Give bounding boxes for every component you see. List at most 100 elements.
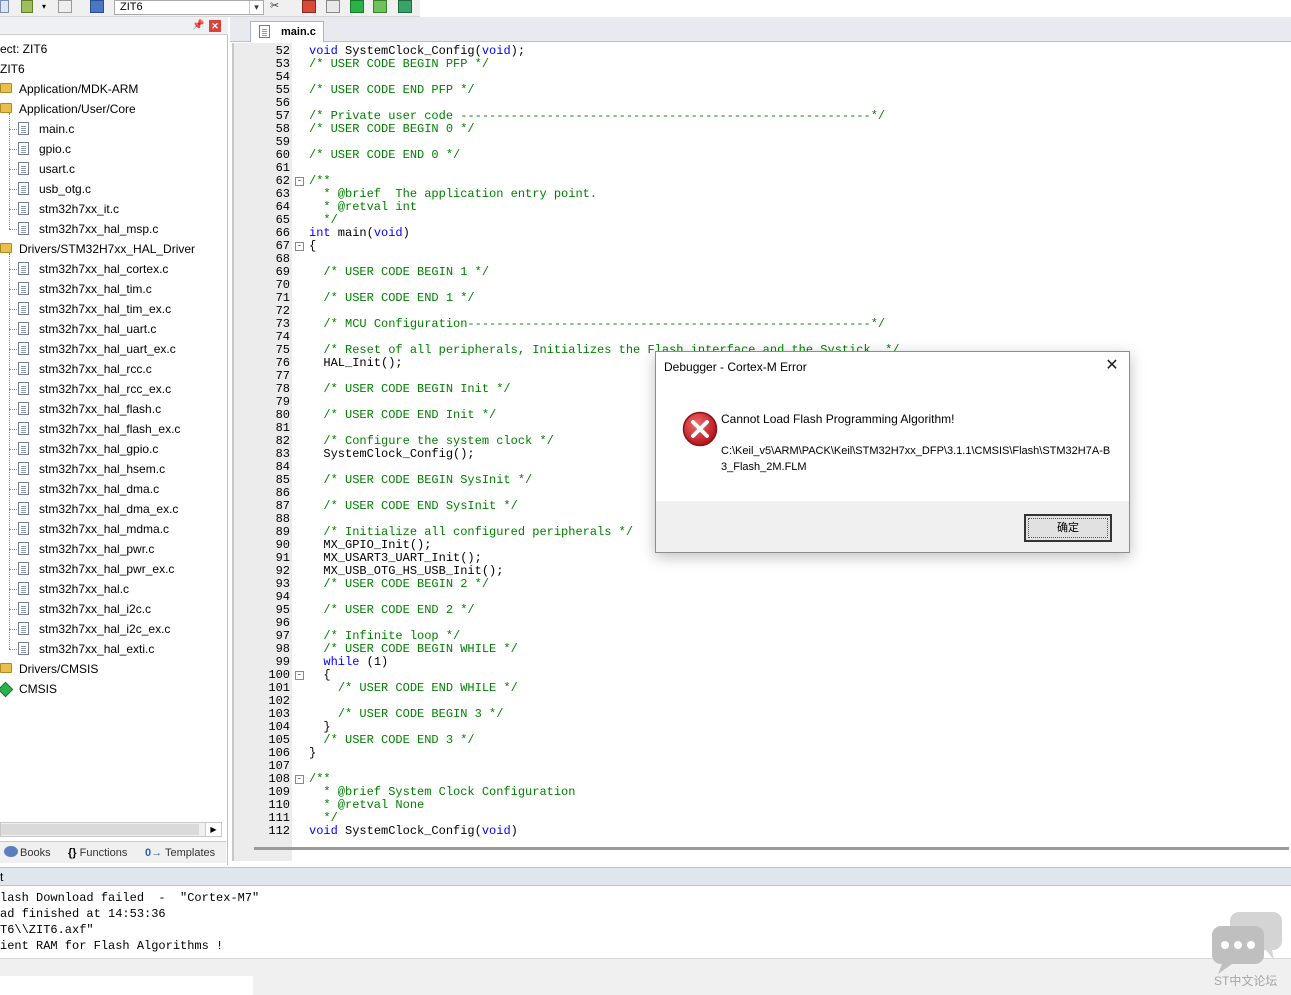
tree-connector: [9, 309, 17, 310]
code-text: /* USER CODE END 0 */: [309, 148, 461, 162]
build-output-header: t: [0, 867, 1291, 886]
tree-item-label: stm32h7xx_hal_gpio.c: [39, 442, 159, 456]
pack-installer-icon[interactable]: [302, 0, 316, 13]
code-line[interactable]: 67-{: [234, 240, 1284, 253]
tree-connector: [9, 389, 17, 390]
code-line[interactable]: 61: [234, 162, 1284, 175]
tab-templates[interactable]: 0→ Templates: [145, 846, 215, 860]
tree-connector: [9, 269, 17, 270]
code-line[interactable]: 73 /* MCU Configuration-----------------…: [234, 318, 1284, 331]
file-icon: [18, 442, 29, 455]
books-icon: [4, 846, 18, 857]
pack-select-icon[interactable]: [373, 0, 387, 13]
tree-item-label: stm32h7xx_hal_flash.c: [39, 402, 162, 416]
tree-connector: [9, 189, 17, 190]
file-icon: [18, 422, 29, 435]
tree-connector: [9, 329, 17, 330]
green-diamond-icon[interactable]: [350, 0, 364, 13]
project-root[interactable]: ect: ZIT6: [0, 39, 47, 59]
dropdown-arrow-icon[interactable]: ▾: [42, 0, 56, 13]
tab-main-c[interactable]: main.c: [250, 21, 324, 42]
rte-icon[interactable]: [398, 0, 412, 13]
scroll-right-arrow-icon[interactable]: ▶: [205, 823, 221, 836]
wand-icon[interactable]: ✂: [270, 0, 284, 13]
code-line[interactable]: 60/* USER CODE END 0 */: [234, 149, 1284, 162]
code-line[interactable]: 95 /* USER CODE END 2 */: [234, 604, 1284, 617]
close-icon[interactable]: ✕: [209, 20, 221, 32]
file-icon: [18, 182, 29, 195]
tree-item-label: stm32h7xx_hal_i2c_ex.c: [39, 622, 171, 636]
tree-item-label: stm32h7xx_hal_tim.c: [39, 282, 152, 296]
tree-item-label: stm32h7xx_hal_pwr_ex.c: [39, 562, 175, 576]
tree-connector: [9, 253, 10, 649]
ok-button[interactable]: 确定: [1024, 514, 1112, 542]
code-line[interactable]: 101 /* USER CODE END WHILE */: [234, 682, 1284, 695]
download-icon[interactable]: [90, 0, 104, 13]
file-icon: [18, 202, 29, 215]
code-line[interactable]: 71 /* USER CODE END 1 */: [234, 292, 1284, 305]
dialog-heading: Cannot Load Flash Programming Algorithm!: [721, 412, 955, 426]
code-line[interactable]: 64 * @retval int: [234, 201, 1284, 214]
tree-connector: [9, 429, 17, 430]
batch-icon[interactable]: [58, 0, 72, 13]
code-line[interactable]: 112 void SystemClock_Config(void): [234, 825, 1284, 838]
dialog-close-button[interactable]: ✕: [1102, 357, 1122, 375]
editor-tab-strip: main.c: [230, 17, 1291, 42]
code-line[interactable]: 110 * @retval None: [234, 799, 1284, 812]
code-text: int main(void): [309, 226, 410, 240]
code-line[interactable]: 106}: [234, 747, 1284, 760]
code-text: }: [309, 746, 317, 760]
tree-connector: [9, 569, 17, 570]
code-text: /* USER CODE BEGIN Init */: [323, 382, 511, 396]
chevron-down-icon[interactable]: ▾: [249, 1, 263, 14]
folder-icon: [0, 83, 12, 93]
code-line[interactable]: 58/* USER CODE BEGIN 0 */: [234, 123, 1284, 136]
code-text: /* USER CODE END Init */: [323, 408, 497, 422]
file-icon: [18, 542, 29, 555]
target-root[interactable]: ZIT6: [0, 59, 25, 79]
scrollbar-thumb[interactable]: [1, 824, 199, 835]
tree-item-label: Application/User/Core: [19, 102, 136, 116]
fold-toggle-icon[interactable]: -: [295, 775, 304, 784]
code-text: /* USER CODE END 3 */: [323, 733, 475, 747]
code-line[interactable]: 107: [234, 760, 1284, 773]
code-line[interactable]: 103 /* USER CODE BEGIN 3 */: [234, 708, 1284, 721]
target-select[interactable]: ZIT6 ▾: [114, 0, 264, 15]
code-text: /* USER CODE END 1 */: [323, 291, 475, 305]
window-icon[interactable]: [0, 0, 9, 13]
fold-toggle-icon[interactable]: -: [295, 671, 304, 680]
editor-horizontal-scrollbar[interactable]: [254, 847, 1289, 850]
target-select-value: ZIT6: [120, 1, 143, 13]
options-stack-icon[interactable]: [21, 0, 33, 13]
pin-icon[interactable]: 📌: [192, 20, 204, 31]
project-panel-header: 📌 ✕: [0, 17, 228, 35]
fold-toggle-icon[interactable]: -: [295, 177, 304, 186]
file-icon: [18, 602, 29, 615]
code-line[interactable]: 66 int main(void): [234, 227, 1284, 240]
code-line[interactable]: 69 /* USER CODE BEGIN 1 */: [234, 266, 1284, 279]
error-dialog: Debugger - Cortex-M Error ✕ Cannot Load …: [655, 351, 1130, 553]
tree-connector: [9, 369, 17, 370]
file-icon: [18, 342, 29, 355]
code-line[interactable]: 105 /* USER CODE END 3 */: [234, 734, 1284, 747]
code-text: /* USER CODE BEGIN SysInit */: [323, 473, 533, 487]
file-icon: [18, 502, 29, 515]
tab-functions[interactable]: {} Functions: [68, 846, 127, 860]
fold-toggle-icon[interactable]: -: [295, 242, 304, 251]
code-line[interactable]: 55/* USER CODE END PFP */: [234, 84, 1284, 97]
project-horizontal-scrollbar[interactable]: ▶: [0, 822, 222, 837]
tab-books[interactable]: Books: [4, 846, 51, 860]
build-output-title: t: [0, 870, 4, 884]
tree-item-label: gpio.c: [39, 142, 72, 156]
file-icon: [18, 322, 29, 335]
file-icon: [18, 142, 29, 155]
code-line[interactable]: 93 /* USER CODE BEGIN 2 */: [234, 578, 1284, 591]
manage-env-icon[interactable]: [326, 0, 340, 13]
file-icon: [18, 582, 29, 595]
code-line[interactable]: 98 /* USER CODE BEGIN WHILE */: [234, 643, 1284, 656]
file-icon: [18, 262, 29, 275]
code-text: /* USER CODE BEGIN 2 */: [323, 577, 490, 591]
code-line[interactable]: 99 while (1): [234, 656, 1284, 669]
output-line: T6\\ZIT6.axf": [0, 923, 94, 937]
code-line[interactable]: 53/* USER CODE BEGIN PFP */: [234, 58, 1284, 71]
